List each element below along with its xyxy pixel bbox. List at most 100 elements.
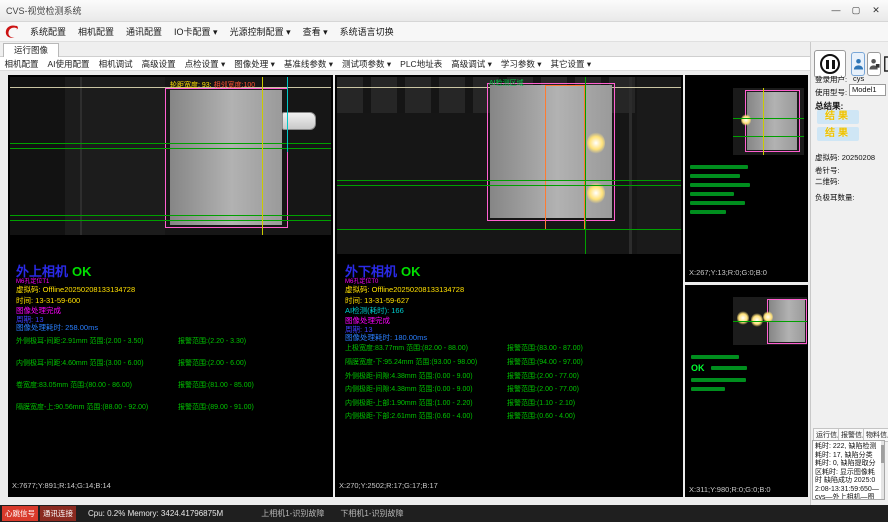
alarm-range: 报警范围:(2.00 - 77.00) (507, 384, 579, 394)
machine-edge (80, 77, 82, 235)
toolbar: 相机配置 AI使用配置 相机调试 高级设置 点检设置 ▾ 图像处理 ▾ 基准线参… (0, 57, 810, 71)
measure-row: 隔膜宽度-下:95.24mm 范围:(93.00 - 98.00) 报警范围:(… (345, 357, 675, 367)
camera-panel-upper: 轮距宽度: 93; 相邻宽度:100 外上相机OK M6孔定位T1 虚拟码: O… (8, 75, 333, 497)
measure-line-green (733, 136, 804, 137)
width-annotation: 轮距宽度: 93; 相邻宽度:100 (170, 80, 255, 90)
alarm-range: 报警范围:(2.20 - 3.30) (178, 336, 246, 346)
title-bar: CVS-视觉检测系统 — ▢ ✕ (0, 0, 888, 22)
measure-value: 内侧极距-下部:2.61mm 范围:(0.60 - 4.00) (345, 411, 473, 421)
measure-line-yellow (262, 77, 263, 235)
login-user-value: cys (853, 74, 864, 83)
measure-line-green (337, 180, 681, 181)
cpu-memory-readout: Cpu: 0.2% Memory: 3424.41796875M (88, 509, 223, 518)
maximize-button[interactable]: ▢ (846, 2, 866, 18)
user-icon (853, 57, 864, 71)
thumbnail-image-top[interactable] (733, 88, 804, 155)
measure-value: 内侧极耳-间距:4.60mm 范围:(3.00 - 6.00) (16, 358, 144, 368)
result-text-line (691, 355, 739, 359)
measure-line-yellow (763, 88, 764, 155)
menu-comm-config[interactable]: 通讯配置 (120, 22, 168, 42)
app-logo-icon (4, 24, 22, 40)
tool-test-params[interactable]: 测试项参数 ▾ (338, 57, 396, 71)
camera-image-lower[interactable]: AI检测区域 (337, 77, 681, 254)
measure-row: 外侧极距-间隙:4.38mm 范围:(0.00 - 9.00) 报警范围:(2.… (345, 371, 675, 381)
tool-plc-address[interactable]: PLC地址表 (396, 57, 447, 71)
measure-value: 外侧极距-间隙:4.38mm 范围:(0.00 - 9.00) (345, 371, 473, 381)
measure-row: 隔膜宽度-上:90.56mm 范围:(88.00 - 92.00) 报警范围:(… (16, 402, 346, 412)
highlight-glow (737, 311, 749, 325)
camera-panel-lower: AI检测区域 外下相机OK M6孔定位T0 虚拟码: Offline202502… (335, 75, 683, 497)
result-text-line (691, 378, 746, 382)
menu-language-switch[interactable]: 系统语言切换 (334, 22, 400, 42)
tab-strip: 运行图像 (0, 42, 810, 57)
roi-outline-orange (545, 85, 585, 230)
negative-tab-count-label: 负极耳数量: (815, 192, 855, 203)
image-shade (637, 77, 681, 254)
roi-outline-magenta (165, 88, 288, 228)
status-bar: 心跳信号 通讯连接 Cpu: 0.2% Memory: 3424.4179687… (0, 505, 888, 522)
measure-value: 外侧极耳-间距:2.91mm 范围:(2.00 - 3.50) (16, 336, 144, 346)
pixel-coords-readout: X:311;Y:980;R:0;G:0;B:0 (689, 485, 771, 494)
alarm-range: 报警范围:(81.00 - 85.00) (178, 380, 254, 390)
tool-camera-config[interactable]: 相机配置 (0, 57, 43, 71)
menu-io-config[interactable]: IO卡配置 ▾ (168, 22, 224, 42)
exit-button[interactable] (883, 52, 888, 76)
window-title: CVS-视觉检测系统 (6, 4, 82, 17)
measure-row: 卷宽度:83.05mm 范围:(80.00 - 86.00) 报警范围:(81.… (16, 380, 346, 390)
tool-ai-config[interactable]: AI使用配置 (43, 57, 94, 71)
log-scrollbar[interactable] (881, 441, 884, 499)
user-login-button[interactable] (851, 52, 865, 76)
measure-row: 内侧极距-间隙:4.38mm 范围:(0.00 - 9.00) 报警范围:(2.… (345, 384, 675, 394)
menu-light-config[interactable]: 光源控制配置 ▾ (224, 22, 297, 42)
machine-edge (629, 77, 632, 254)
menu-view[interactable]: 查看 ▾ (297, 22, 334, 42)
result-box-2: 结果 (817, 127, 859, 141)
menu-system-config[interactable]: 系统配置 (24, 22, 72, 42)
alarm-range: 报警范围:(2.00 - 6.00) (178, 358, 246, 368)
measure-value: 内侧极距-上部:1.90mm 范围:(1.00 - 2.20) (345, 398, 473, 408)
log-text: 耗时: 222, 缺陷检测耗时: 17, 缺陷分类耗时: 0, 缺陷提取分区耗时… (815, 443, 879, 500)
measure-line-green (337, 185, 681, 186)
user-gear-icon (869, 57, 880, 71)
close-button[interactable]: ✕ (866, 2, 886, 18)
run-info-log[interactable]: 耗时: 222, 缺陷检测耗时: 17, 缺陷分类耗时: 0, 缺陷提取分区耗时… (812, 440, 885, 500)
measure-value: 上极宽度:83.77mm 范围:(82.00 - 88.00) (345, 343, 468, 353)
image-shade (10, 77, 65, 235)
comm-status-badge: 通讯连接 (40, 506, 76, 521)
measure-row: 内侧极耳-间距:4.60mm 范围:(3.00 - 6.00) 报警范围:(2.… (16, 358, 346, 368)
menu-camera-config[interactable]: 相机配置 (72, 22, 120, 42)
heartbeat-status-badge: 心跳信号 (2, 506, 38, 521)
upper-camera-fault-text: 上相机1-识别故障 (261, 508, 324, 519)
annotation-yellow: 轮距宽度: 93; (170, 82, 212, 89)
roi-outline-magenta (745, 90, 800, 152)
tool-camera-debug[interactable]: 相机调试 (94, 57, 137, 71)
tab-run-image[interactable]: 运行图像 (3, 43, 59, 57)
tool-image-processing[interactable]: 图像处理 ▾ (230, 57, 280, 71)
pixel-coords-readout: X:270;Y:2502;R:17;G:17;B:17 (339, 481, 438, 490)
measure-row: 内侧极距-下部:2.61mm 范围:(0.60 - 4.00) 报警范围:(0.… (345, 411, 675, 421)
model-field[interactable]: Model1 (849, 84, 886, 96)
virtual-code-line: 虚拟码: Offline20250208133134728 (345, 284, 464, 295)
tool-advanced-settings[interactable]: 高级设置 (137, 57, 180, 71)
user-manage-button[interactable] (867, 52, 881, 76)
alarm-range: 报警范围:(94.00 - 97.00) (507, 357, 583, 367)
measure-line-green (10, 148, 331, 149)
winding-pin-label: 卷针号: (815, 165, 840, 176)
minimize-button[interactable]: — (826, 2, 846, 18)
alarm-range: 报警范围:(1.10 - 2.10) (507, 398, 575, 408)
tool-spot-check[interactable]: 点检设置 ▾ (180, 57, 230, 71)
elapsed-line: 图像处理耗时: 258.00ms (16, 322, 98, 333)
camera-status-ok: OK (401, 264, 421, 279)
tool-other-settings[interactable]: 其它设置 ▾ (546, 57, 596, 71)
thumbnail-image-bottom[interactable] (733, 297, 807, 345)
tool-advanced-debug[interactable]: 高级调试 ▾ (447, 57, 497, 71)
alarm-range: 报警范围:(83.00 - 87.00) (507, 343, 583, 353)
tool-learning-params[interactable]: 学习参数 ▾ (496, 57, 546, 71)
result-text-line (690, 174, 740, 178)
window-controls: — ▢ ✕ (826, 2, 886, 18)
tool-baseline-params[interactable]: 基准线参数 ▾ (279, 57, 337, 71)
pixel-coords-readout: X:267;Y:13;R:0;G:0;B:0 (689, 268, 767, 277)
camera-status-ok: OK (72, 264, 92, 279)
qr-code-label: 二维码: (815, 176, 840, 187)
camera-image-upper[interactable]: 轮距宽度: 93; 相邻宽度:100 (10, 77, 331, 235)
